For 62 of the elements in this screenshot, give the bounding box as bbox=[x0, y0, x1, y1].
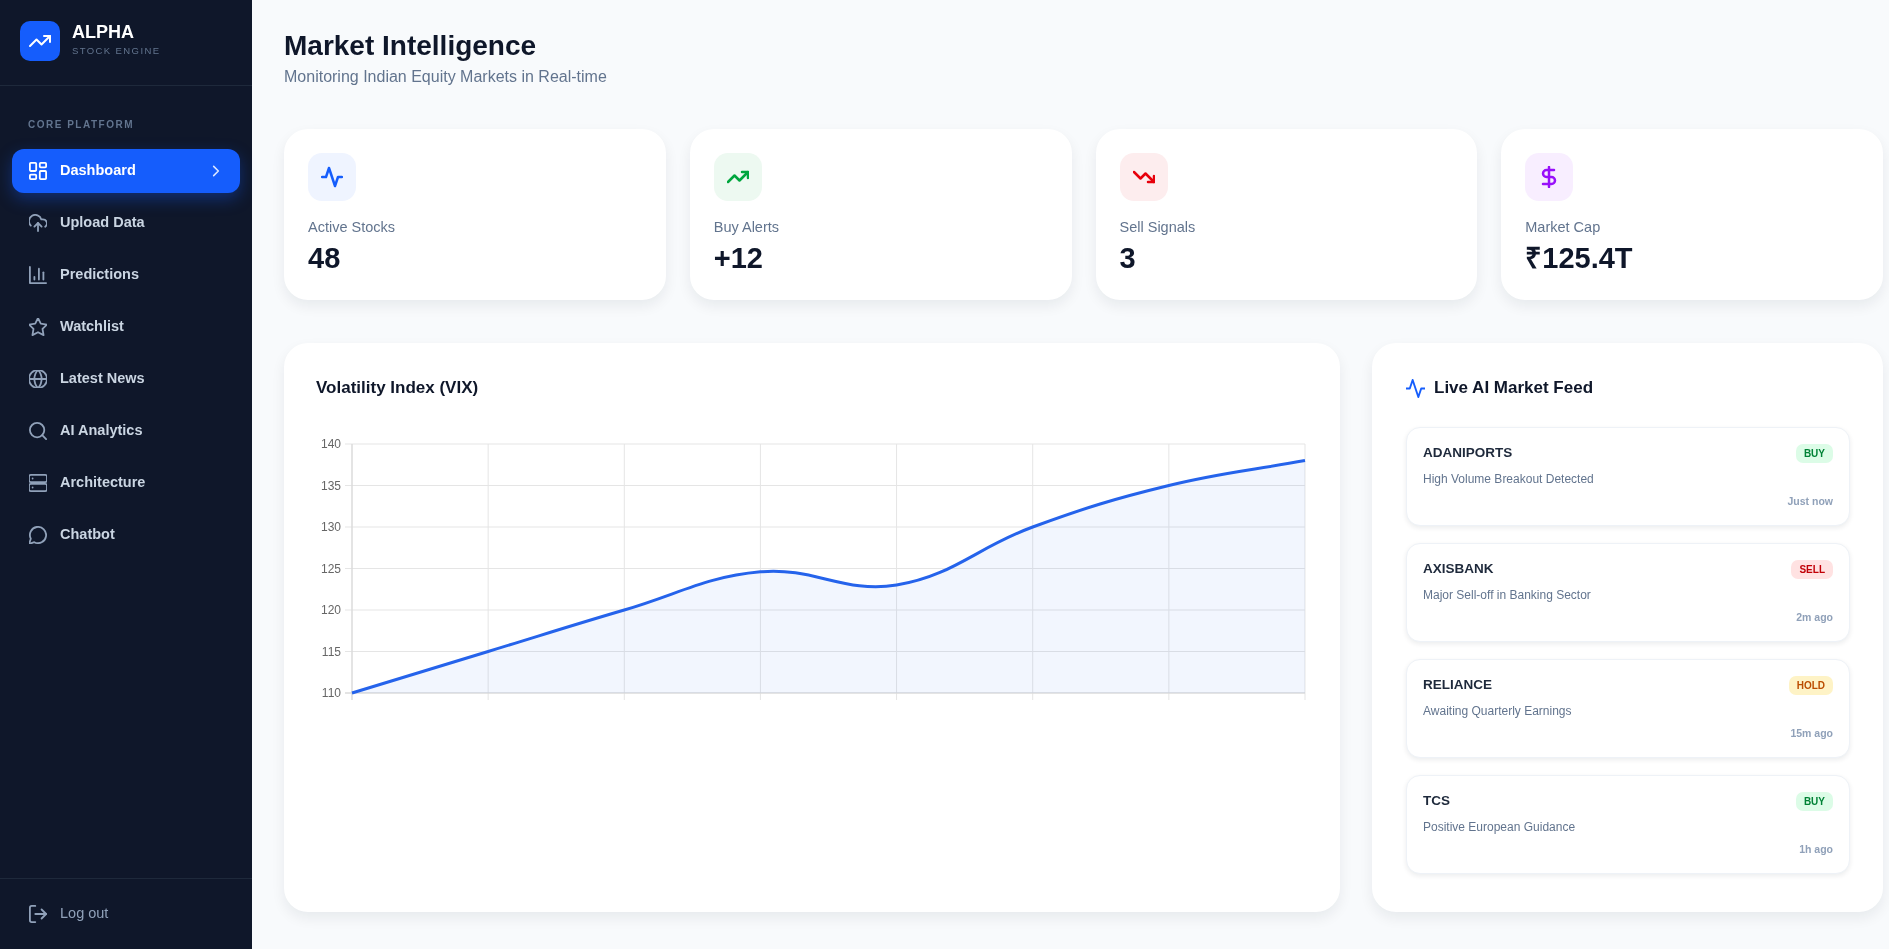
falling-arrow-icon bbox=[1119, 153, 1168, 201]
signal-tag: SELL bbox=[1791, 559, 1833, 579]
feed-time: Just now bbox=[1787, 494, 1833, 508]
section-label: CORE PLATFORM bbox=[28, 118, 134, 132]
sidebar-item[interactable]: Architecture bbox=[12, 461, 240, 505]
feed-time: 15m ago bbox=[1790, 726, 1833, 740]
stock-symbol: AXISBANK bbox=[1423, 560, 1494, 578]
sidebar-item[interactable]: Latest News bbox=[12, 357, 240, 401]
stock-symbol: TCS bbox=[1423, 792, 1450, 810]
sidebar-item[interactable]: Watchlist bbox=[12, 305, 240, 349]
feed-time: 2m ago bbox=[1796, 610, 1833, 624]
pulse-line-icon bbox=[308, 153, 356, 201]
y-axis-label: 115 bbox=[321, 644, 341, 659]
y-axis-label: 110 bbox=[321, 686, 341, 700]
signal-tag: BUY bbox=[1795, 791, 1833, 811]
sidebar-item[interactable]: AI Analytics bbox=[12, 409, 240, 453]
y-axis-label: 135 bbox=[320, 478, 341, 493]
rising-arrow-icon bbox=[713, 153, 762, 201]
y-axis-label: 125 bbox=[320, 561, 341, 576]
feed-time: 1h ago bbox=[1799, 842, 1833, 856]
chart-title: Volatility Index (VIX) bbox=[316, 377, 479, 399]
rising-chart-logo-icon bbox=[20, 21, 60, 61]
globe-icon bbox=[29, 370, 47, 388]
brand-name: ALPHA bbox=[72, 22, 134, 42]
stat-value: ₹125.4T bbox=[1525, 241, 1633, 276]
stat-value: +12 bbox=[713, 241, 763, 276]
y-axis-label: 130 bbox=[320, 520, 341, 534]
signal-tag: HOLD bbox=[1788, 675, 1833, 695]
stock-symbol: ADANIPORTS bbox=[1423, 444, 1513, 462]
dollar-sign-icon bbox=[1525, 153, 1574, 201]
y-axis-label: 140 bbox=[320, 437, 341, 451]
page-title: Market Intelligence bbox=[284, 29, 537, 63]
stat-value: 48 bbox=[308, 241, 341, 276]
chat-bubble-icon bbox=[29, 526, 47, 544]
bar-chart-icon bbox=[29, 266, 47, 284]
stat-label: Buy Alerts bbox=[713, 218, 780, 237]
search-icon bbox=[29, 422, 47, 440]
pulse-line-icon bbox=[1406, 378, 1425, 398]
feed-title: Live AI Market Feed bbox=[1434, 377, 1594, 399]
logout-icon bbox=[29, 905, 47, 923]
logout-link[interactable]: Log out bbox=[12, 892, 240, 936]
sidebar-item[interactable]: Chatbot bbox=[12, 513, 240, 557]
feed-message: Positive European Guidance bbox=[1423, 819, 1576, 835]
star-icon bbox=[29, 318, 47, 336]
feed-message: High Volume Breakout Detected bbox=[1423, 471, 1594, 487]
dashboard-grid-icon bbox=[29, 162, 47, 180]
feed-message: Awaiting Quarterly Earnings bbox=[1423, 703, 1572, 719]
signal-tag: BUY bbox=[1795, 443, 1833, 463]
brand-tagline: STOCK ENGINE bbox=[72, 45, 161, 57]
page-subtitle: Monitoring Indian Equity Markets in Real-time bbox=[284, 67, 607, 87]
sidebar-item[interactable]: Dashboard bbox=[12, 149, 240, 193]
stat-label: Sell Signals bbox=[1119, 218, 1196, 237]
y-axis-label: 120 bbox=[320, 603, 341, 617]
stock-symbol: RELIANCE bbox=[1423, 676, 1492, 694]
stat-value: 3 bbox=[1119, 241, 1136, 276]
cloud-upload-icon bbox=[29, 214, 47, 232]
stat-label: Market Cap bbox=[1525, 218, 1601, 237]
feed-message: Major Sell-off in Banking Sector bbox=[1423, 587, 1591, 603]
stat-label: Active Stocks bbox=[308, 218, 396, 237]
sidebar-item[interactable]: Upload Data bbox=[12, 201, 240, 245]
server-icon bbox=[29, 474, 47, 492]
sidebar-item[interactable]: Predictions bbox=[12, 253, 240, 297]
